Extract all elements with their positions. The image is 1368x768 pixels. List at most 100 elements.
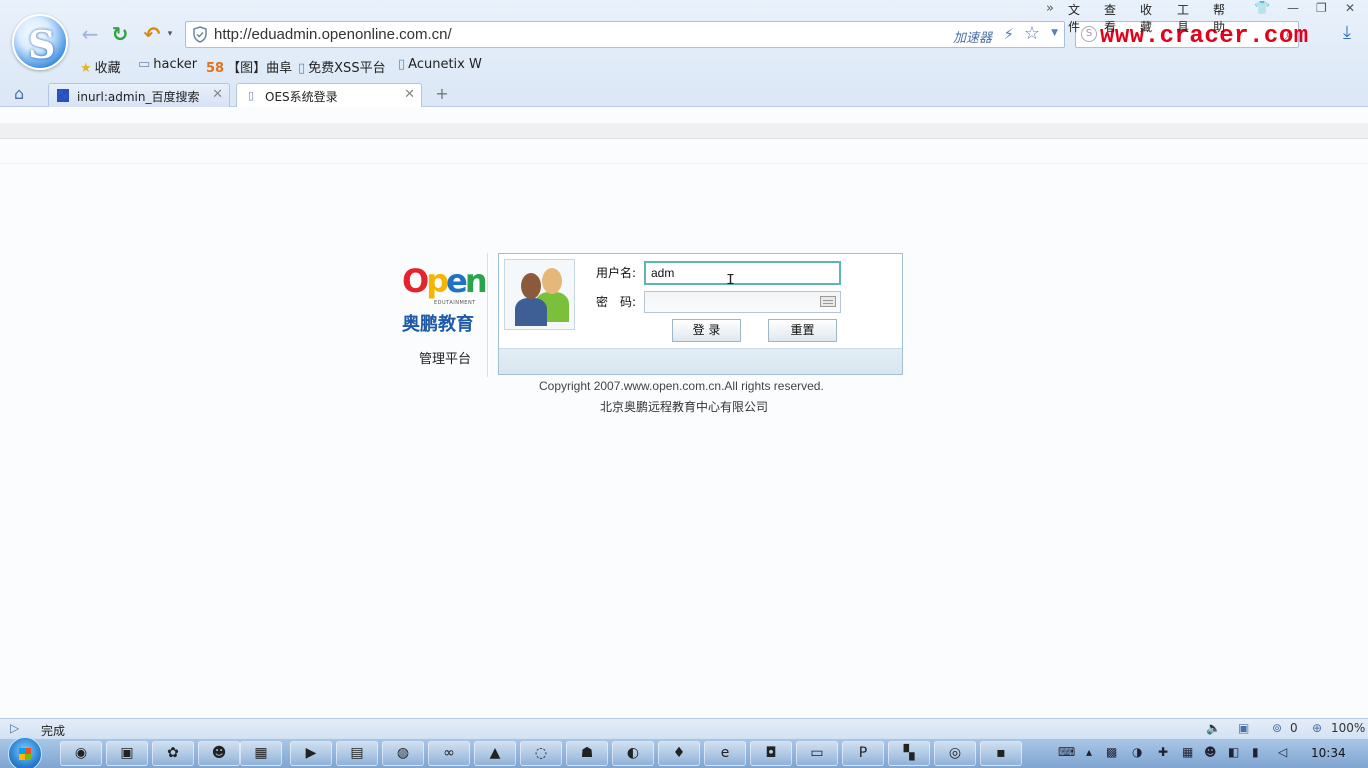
menu-help[interactable]: 帮助 xyxy=(1213,1,1225,35)
search-engine-icon[interactable]: S xyxy=(1081,26,1097,42)
taskbar-qq-icon[interactable]: ☻ xyxy=(198,741,240,766)
bookmark-hacker[interactable]: ▭ hacker xyxy=(138,57,197,72)
taskbar-app-icon[interactable]: ◌ xyxy=(520,741,562,766)
tab-close-icon[interactable]: ✕ xyxy=(212,87,223,102)
menu-file[interactable]: 文件 xyxy=(1068,1,1080,35)
browser-chrome: S ← ↻ ↶ ▾ http://eduadmin.openonline.com… xyxy=(0,0,1368,107)
bookmark-star-icon[interactable]: ☆ xyxy=(1024,23,1040,44)
bookmark-label: 收藏 xyxy=(94,61,121,76)
block-counter-icon[interactable]: ⊚ xyxy=(1272,721,1282,735)
refresh-icon[interactable]: ↻ xyxy=(108,22,132,46)
tab-baidu-search[interactable]: 🐾 inurl:admin_百度搜索 ✕ xyxy=(48,83,230,107)
address-bar[interactable]: http://eduadmin.openonline.com.cn/ 加速器 ⚡… xyxy=(185,21,1065,48)
tray-app-icon[interactable]: ◧ xyxy=(1228,745,1239,759)
bookmark-acunetix[interactable]: ▯ Acunetix W xyxy=(398,57,482,72)
taskbar-app-icon[interactable]: ◍ xyxy=(382,741,424,766)
password-label: 密 码: xyxy=(596,295,637,309)
tab-close-icon[interactable]: ✕ xyxy=(404,87,415,102)
lightning-icon[interactable]: ⚡ xyxy=(1003,25,1014,43)
undo-icon[interactable]: ↶ xyxy=(140,22,164,46)
taskbar-app-icon[interactable]: ▤ xyxy=(336,741,378,766)
page-icon: ▯ xyxy=(298,61,306,76)
speaker-icon[interactable]: ◁ xyxy=(1278,745,1287,759)
zoom-icon[interactable]: ⊕ xyxy=(1312,721,1322,735)
skin-shirt-icon[interactable]: 👕 xyxy=(1254,1,1270,16)
tab-bar: ⌂ 🐾 inurl:admin_百度搜索 ✕ ▯ OES系统登录 ✕ + xyxy=(0,82,1368,107)
menu-tools[interactable]: 工具 xyxy=(1177,1,1189,35)
start-button[interactable] xyxy=(8,737,42,768)
keyboard-tray-icon[interactable]: ⌨ xyxy=(1058,745,1075,759)
bookmarks-bar: ★ 收藏 ▭ hacker 58 【图】曲阜 ▯ 免费XSS平台 ▯ Acunetix W xyxy=(0,55,1368,77)
login-panel: 用户名: I 密 码: 登 录 重置 xyxy=(498,253,903,375)
volume-icon[interactable]: 🔈 xyxy=(1206,721,1221,735)
status-text: 完成 xyxy=(41,724,66,738)
accelerator-button[interactable]: 加速器 xyxy=(953,27,992,46)
taskbar-firefox-icon[interactable]: ◐ xyxy=(612,741,654,766)
company-name: 北京奥鹏远程教育中心有限公司 xyxy=(600,400,769,414)
tray-app-icon[interactable]: ◑ xyxy=(1132,745,1142,759)
soft-keyboard-icon[interactable] xyxy=(820,296,836,307)
tray-qq-icon[interactable]: ☻ xyxy=(1204,745,1217,759)
bookmark-xss[interactable]: ▯ 免费XSS平台 xyxy=(298,57,386,76)
tray-icon[interactable]: ▣ xyxy=(1238,721,1249,735)
tray-app-icon[interactable]: ✚ xyxy=(1158,745,1168,759)
back-arrow-icon[interactable]: ← xyxy=(78,22,102,46)
reset-button[interactable]: 重置 xyxy=(768,319,837,342)
taskbar-app-icon[interactable]: ▣ xyxy=(106,741,148,766)
taskbar-app-icon[interactable]: ♦ xyxy=(658,741,700,766)
taskbar-sogou-icon[interactable]: ◉ xyxy=(60,741,102,766)
user-figure xyxy=(515,298,547,326)
password-input[interactable] xyxy=(644,291,841,313)
taskbar-app-icon[interactable]: ▲ xyxy=(474,741,516,766)
close-icon[interactable]: ✕ xyxy=(1345,1,1355,15)
bookmark-58-qufu[interactable]: 58 【图】曲阜 xyxy=(206,57,292,76)
brand-letter: n xyxy=(464,262,488,300)
taskbar-cmd-icon[interactable]: ▪ xyxy=(980,741,1022,766)
star-icon: ★ xyxy=(80,61,92,76)
taskbar-app-icon[interactable]: ☗ xyxy=(566,741,608,766)
tray-expand-icon[interactable]: ▴ xyxy=(1086,745,1092,759)
download-icon[interactable]: ⤓ xyxy=(1343,22,1351,43)
tray-app-icon[interactable]: ▦ xyxy=(1182,745,1193,759)
undo-dropdown-icon[interactable]: ▾ xyxy=(164,22,176,46)
copyright-text: Copyright 2007.www.open.com.cn.All right… xyxy=(539,379,824,393)
clock-time[interactable]: 10:34 xyxy=(1311,746,1346,760)
login-button[interactable]: 登 录 xyxy=(672,319,741,342)
taskbar-visual-studio-icon[interactable]: ∞ xyxy=(428,741,470,766)
minimize-icon[interactable]: — xyxy=(1287,1,1299,15)
taskbar-app-icon[interactable]: ◎ xyxy=(934,741,976,766)
taskbar-app-icon[interactable]: ◘ xyxy=(750,741,792,766)
new-tab-button[interactable]: + xyxy=(428,85,456,105)
url-dropdown-icon[interactable]: ▼ xyxy=(1051,28,1058,38)
bookmark-label: 免费XSS平台 xyxy=(308,61,386,76)
taskbar-app-icon[interactable]: ▦ xyxy=(240,741,282,766)
bookmark-favorites[interactable]: ★ 收藏 xyxy=(80,57,121,76)
username-label: 用户名: xyxy=(596,266,637,280)
more-menu-icon[interactable]: » xyxy=(1046,1,1054,16)
taskbar-camera-icon[interactable]: ▶ xyxy=(290,741,332,766)
sidebar-toggle-icon[interactable]: ▷ xyxy=(10,721,19,735)
zoom-level[interactable]: 100% xyxy=(1331,721,1365,735)
baidu-icon: 🐾 xyxy=(57,89,69,102)
user-figure xyxy=(521,273,541,299)
username-input[interactable] xyxy=(644,261,841,285)
divider xyxy=(0,163,1368,164)
home-icon[interactable]: ⌂ xyxy=(14,84,24,103)
tray-app-icon[interactable]: ▩ xyxy=(1106,745,1117,759)
menu-view[interactable]: 查看 xyxy=(1104,1,1116,35)
brand-letter: O xyxy=(402,262,429,300)
menu-favorites[interactable]: 收藏 xyxy=(1140,1,1152,35)
restore-icon[interactable]: ❐ xyxy=(1316,1,1327,15)
network-signal-icon[interactable]: ▮ xyxy=(1252,745,1259,759)
taskbar-powerpoint-icon[interactable]: P xyxy=(842,741,884,766)
taskbar-app-icon[interactable]: ▭ xyxy=(796,741,838,766)
watermark-text: www.cracer.com xyxy=(1100,23,1309,50)
taskbar-ie-icon[interactable]: e xyxy=(704,741,746,766)
open-edutainment-logo: Open EDUTAINMENT 奥鹏教育 管理平台 xyxy=(400,260,488,370)
url-text[interactable]: http://eduadmin.openonline.com.cn/ xyxy=(214,26,452,43)
taskbar-app-icon[interactable]: ▚ xyxy=(888,741,930,766)
tab-oes-login[interactable]: ▯ OES系统登录 ✕ xyxy=(236,83,422,107)
text-cursor-icon: I xyxy=(726,272,736,289)
taskbar-app-icon[interactable]: ✿ xyxy=(152,741,194,766)
user-figure xyxy=(542,268,562,294)
